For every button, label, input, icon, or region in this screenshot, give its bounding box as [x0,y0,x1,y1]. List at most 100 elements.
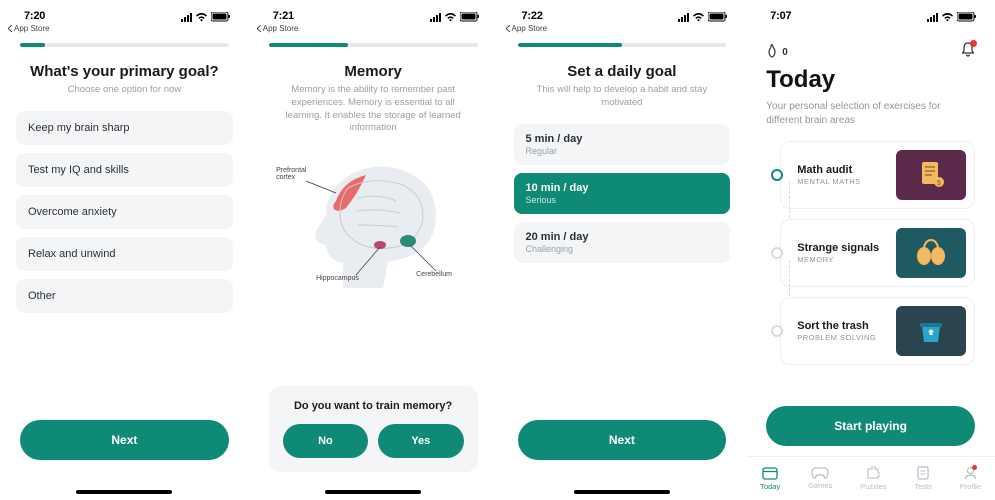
tab-badge [972,465,977,470]
goal-sub: Serious [526,195,719,205]
status-time: 7:21 [273,10,294,22]
exercise-category: MENTAL MATHS [797,177,886,186]
option-other[interactable]: Other [16,279,233,313]
wifi-icon [444,13,457,22]
home-indicator[interactable] [76,490,172,494]
cellular-icon [430,13,441,22]
next-button[interactable]: Next [20,420,229,460]
exercise-name: Sort the trash [797,320,886,332]
tab-label: Games [808,481,832,490]
wifi-icon [941,13,954,22]
cellular-icon [678,13,689,22]
start-playing-button[interactable]: Start playing [766,406,975,446]
screen-today: 7:07 0 Today Your personal selection of … [746,0,995,500]
exercise-thumb: $ [896,150,966,200]
battery-icon [211,12,231,22]
status-bar: 7:20 [0,0,249,22]
streak-value: 0 [782,47,788,58]
back-to-appstore[interactable]: App Store [249,23,498,33]
back-label: App Store [512,24,548,33]
wifi-icon [692,13,705,22]
next-button[interactable]: Next [518,420,727,460]
notification-badge [970,40,977,47]
goal-sub: Regular [526,146,719,156]
exercise-card[interactable]: Strange signals MEMORY [780,219,975,287]
goal-20min[interactable]: 20 min / day Challenging [514,222,731,263]
goal-sub: Challenging [526,244,719,254]
option-keep-sharp[interactable]: Keep my brain sharp [16,111,233,145]
notifications-button[interactable] [961,42,975,62]
option-test-iq[interactable]: Test my IQ and skills [16,153,233,187]
status-icons [678,12,728,22]
page-title: What's your primary goal? [20,63,229,80]
status-bar: 7:22 [498,0,747,22]
status-bar: 7:21 [249,0,498,22]
tab-games[interactable]: Games [808,467,832,490]
status-time: 7:22 [522,10,543,22]
exercise-bullet [771,325,783,337]
option-anxiety[interactable]: Overcome anxiety [16,195,233,229]
progress-bar [20,43,229,47]
exercise-name: Strange signals [797,242,886,254]
back-to-appstore[interactable]: App Store [498,23,747,33]
no-button[interactable]: No [283,424,368,458]
exercise-category: PROBLEM SOLVING [797,333,886,342]
tab-bar: Today Games Puzzles Tests Profile [746,456,995,500]
tab-profile[interactable]: Profile [960,466,981,491]
battery-icon [708,12,728,22]
goal-title: 20 min / day [526,231,719,243]
progress-bar [269,43,478,47]
exercise-list: Math audit MENTAL MATHS $ Strange signal… [766,141,975,365]
exercise-thumb [896,228,966,278]
status-bar: 7:07 [746,0,995,22]
label-hippocampus: Hippocampus [316,275,359,282]
back-label: App Store [263,24,299,33]
option-relax[interactable]: Relax and unwind [16,237,233,271]
goal-options: Keep my brain sharp Test my IQ and skill… [16,111,233,313]
cellular-icon [927,13,938,22]
track-line [789,182,790,218]
home-indicator[interactable] [325,490,421,494]
page-subtitle: Your personal selection of exercises for… [766,100,975,127]
exercise-card[interactable]: Math audit MENTAL MATHS $ [780,141,975,209]
svg-text:$: $ [937,180,941,187]
wifi-icon [195,13,208,22]
tab-today[interactable]: Today [760,466,780,491]
page-subtitle: Choose one option for now [30,84,219,97]
back-label: App Store [14,24,50,33]
label-cerebellum: Cerebellum [416,271,452,278]
tab-label: Tests [914,482,932,491]
goal-10min[interactable]: 10 min / day Serious [514,173,731,214]
progress-bar [518,43,727,47]
page-title: Memory [269,63,478,80]
cellular-icon [181,13,192,22]
exercise-card[interactable]: Sort the trash PROBLEM SOLVING [780,297,975,365]
battery-icon [460,12,480,22]
exercise-category: MEMORY [797,255,886,264]
tab-tests[interactable]: Tests [914,466,932,491]
goal-5min[interactable]: 5 min / day Regular [514,124,731,165]
flame-icon [766,44,778,61]
status-time: 7:20 [24,10,45,22]
status-time: 7:07 [770,10,791,22]
tab-label: Today [760,482,780,491]
battery-icon [957,12,977,22]
page-title: Today [766,66,975,94]
goal-title: 5 min / day [526,133,719,145]
status-icons [181,12,231,22]
streak-counter[interactable]: 0 [766,44,788,61]
tab-label: Profile [960,482,981,491]
back-to-appstore[interactable]: App Store [0,23,249,33]
status-icons [430,12,480,22]
track-line [789,260,790,296]
page-subtitle: Memory is the ability to remember past e… [279,84,468,135]
progress-fill [269,43,348,47]
exercise-bullet [771,169,783,181]
tab-puzzles[interactable]: Puzzles [860,466,886,491]
exercise-name: Math audit [797,164,886,176]
label-prefrontal: Prefrontal cortex [276,167,326,181]
home-indicator[interactable] [574,490,670,494]
yes-button[interactable]: Yes [378,424,463,458]
progress-fill [20,43,45,47]
screen-daily-goal: 7:22 App Store Set a daily goal This wil… [498,0,747,500]
